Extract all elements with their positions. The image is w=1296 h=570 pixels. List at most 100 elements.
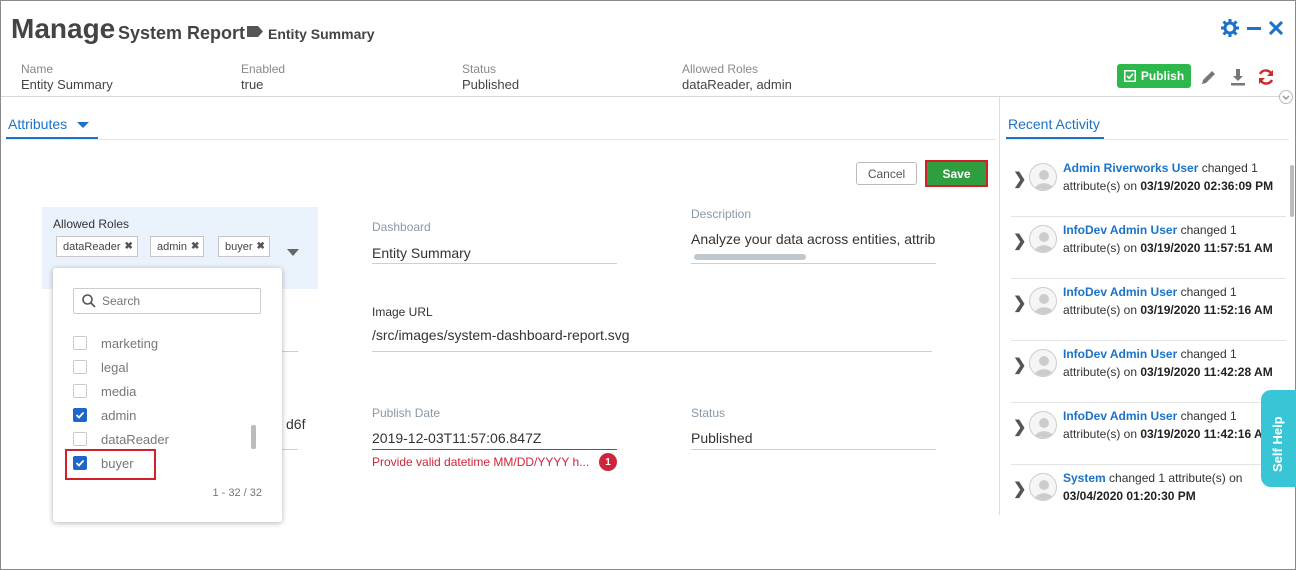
activity-text: Admin Riverworks User changed 1 attribut… (1063, 159, 1285, 195)
role-chip-buyer[interactable]: buyer ✖ (218, 236, 270, 257)
remove-chip-icon[interactable]: ✖ (191, 241, 199, 252)
status-field[interactable]: Published (691, 430, 753, 446)
caret-down-icon (77, 122, 90, 128)
avatar (1029, 349, 1057, 377)
dashboard-field[interactable]: Entity Summary (372, 245, 471, 261)
activity-item[interactable]: ❯ InfoDev Admin User changed 1 attribute(… (1011, 345, 1286, 401)
option-marketing[interactable]: marketing (73, 333, 158, 353)
activity-item[interactable]: ❯ InfoDev Admin User changed 1 attribute(… (1011, 221, 1286, 277)
option-admin[interactable]: admin (73, 405, 136, 425)
field-underline-error (372, 449, 617, 450)
close-icon[interactable] (1269, 21, 1283, 35)
page-title: Manage (11, 13, 116, 44)
chevron-right-icon[interactable]: ❯ (1013, 417, 1026, 437)
field-underline (372, 351, 932, 352)
activity-user[interactable]: InfoDev Admin User (1063, 223, 1177, 237)
tag-icon (247, 26, 263, 37)
role-chip-datareader[interactable]: dataReader ✖ (56, 236, 138, 257)
activity-item[interactable]: ❯ InfoDev Admin User changed 1 attribute(… (1011, 283, 1286, 339)
meta-roles-label: Allowed Roles (682, 62, 759, 76)
avatar (1029, 163, 1057, 191)
option-datareader[interactable]: dataReader (73, 429, 169, 449)
entity-name: Entity Summary (268, 26, 375, 42)
activity-timestamp: 03/19/2020 11:52:16 AM (1140, 303, 1273, 317)
activity-timestamp: 03/04/2020 01:20:30 PM (1063, 489, 1196, 503)
minimize-icon[interactable] (1247, 21, 1261, 35)
meta-name-value: Entity Summary (21, 77, 113, 92)
option-count: 1 - 32 / 32 (212, 487, 262, 499)
remove-chip-icon[interactable]: ✖ (257, 241, 265, 252)
field-underline (691, 263, 936, 264)
option-label: admin (101, 407, 137, 423)
publish-date-field[interactable]: 2019-12-03T11:57:06.847Z (372, 430, 541, 446)
refresh-icon[interactable] (1256, 67, 1276, 87)
activity-text: InfoDev Admin User changed 1 attribute(s… (1063, 283, 1285, 319)
chevron-right-icon[interactable]: ❯ (1013, 169, 1026, 189)
collapse-chevron-icon[interactable] (1279, 90, 1293, 104)
search-box[interactable] (73, 288, 261, 314)
meta-status-value: Published (462, 77, 520, 92)
gear-icon[interactable] (1221, 19, 1239, 37)
search-input[interactable] (102, 294, 242, 308)
description-scrollbar[interactable] (694, 254, 806, 260)
save-button[interactable]: Save (925, 160, 988, 187)
image-url-field[interactable]: /src/images/system-dashboard-report.svg (372, 327, 630, 343)
description-field[interactable]: Analyze your data across entities, attri… (691, 231, 936, 247)
activity-scrollbar[interactable] (1290, 165, 1294, 217)
activity-action: changed 1 attribute(s) on (1105, 471, 1243, 485)
tab-attributes-label: Attributes (8, 116, 68, 132)
remove-chip-icon[interactable]: ✖ (125, 241, 133, 252)
buyer-highlight (65, 449, 156, 480)
tab-attributes[interactable]: Attributes (8, 116, 90, 132)
activity-user[interactable]: InfoDev Admin User (1063, 409, 1177, 423)
activity-user[interactable]: Admin Riverworks User (1063, 161, 1198, 175)
option-label: legal (101, 359, 129, 375)
avatar (1029, 473, 1057, 501)
pencil-icon[interactable] (1199, 67, 1219, 87)
chevron-right-icon[interactable]: ❯ (1013, 293, 1026, 313)
checkbox[interactable] (73, 360, 87, 374)
self-help-button[interactable]: Self Help (1261, 390, 1296, 487)
activity-user[interactable]: InfoDev Admin User (1063, 347, 1177, 361)
checkbox[interactable] (73, 336, 87, 350)
publish-button[interactable]: Publish (1117, 64, 1191, 88)
checkbox-checked[interactable] (73, 408, 87, 422)
description-label: Description (691, 207, 752, 221)
cancel-button[interactable]: Cancel (856, 162, 917, 185)
activity-item[interactable]: ❯ System changed 1 attribute(s) on 03/04/… (1011, 469, 1286, 525)
activity-item[interactable]: ❯ InfoDev Admin User changed 1 attribute(… (1011, 407, 1286, 463)
self-help-label: Self Help (1270, 416, 1285, 472)
dropdown-scrollbar[interactable] (251, 425, 256, 449)
activity-divider (1011, 216, 1286, 217)
tab-bar-line (1006, 139, 1289, 140)
avatar (1029, 225, 1057, 253)
activity-timestamp: 03/19/2020 02:36:09 PM (1140, 179, 1274, 193)
option-label: dataReader (101, 431, 169, 447)
checkbox[interactable] (73, 432, 87, 446)
chip-label: dataReader (63, 240, 121, 253)
activity-text: InfoDev Admin User changed 1 attribute(s… (1063, 345, 1285, 381)
activity-user[interactable]: InfoDev Admin User (1063, 285, 1177, 299)
chevron-right-icon[interactable]: ❯ (1013, 479, 1026, 499)
check-icon (75, 411, 85, 419)
roles-dropdown: marketing legal media admin dataReader b… (53, 268, 282, 522)
chevron-right-icon[interactable]: ❯ (1013, 355, 1026, 375)
dashboard-label: Dashboard (372, 220, 431, 234)
activity-item[interactable]: ❯ Admin Riverworks User changed 1 attribu… (1011, 159, 1286, 215)
hidden-field-value: d6f (286, 416, 306, 432)
tab-recent-activity[interactable]: Recent Activity (1008, 116, 1100, 132)
activity-timestamp: 03/19/2020 11:57:51 AM (1140, 241, 1273, 255)
activity-timestamp: 03/19/2020 11:42:16 AM (1140, 427, 1273, 441)
role-chip-admin[interactable]: admin ✖ (150, 236, 205, 257)
check-square-icon (1123, 70, 1136, 82)
activity-user[interactable]: System (1063, 471, 1106, 485)
option-legal[interactable]: legal (73, 357, 128, 377)
checkbox[interactable] (73, 384, 87, 398)
chip-label: admin (157, 240, 187, 253)
app-window: Manage System Report Entity Summary Name… (0, 0, 1296, 570)
chevron-right-icon[interactable]: ❯ (1013, 231, 1026, 251)
download-icon[interactable] (1228, 67, 1248, 87)
roles-dropdown-caret-icon[interactable] (287, 249, 299, 256)
option-media[interactable]: media (73, 381, 136, 401)
activity-text: InfoDev Admin User changed 1 attribute(s… (1063, 407, 1285, 443)
